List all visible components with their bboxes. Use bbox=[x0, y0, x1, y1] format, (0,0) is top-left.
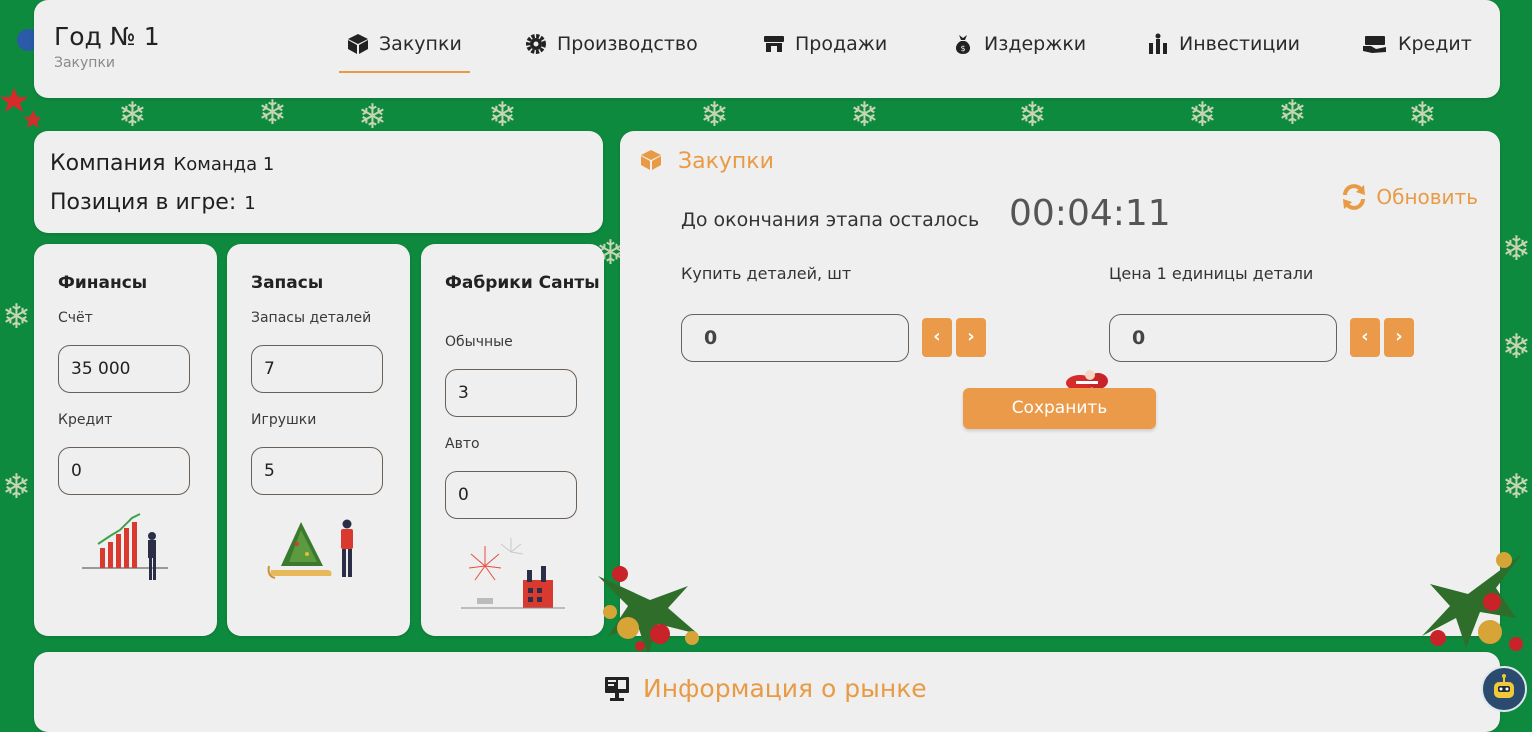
santa-factories-card: Фабрики Санты Обычные 3 Авто 0 bbox=[421, 244, 604, 636]
snowflake-icon: ❄ bbox=[1188, 95, 1217, 135]
refresh-icon bbox=[1343, 184, 1366, 210]
snowflake-icon: ❄ bbox=[258, 93, 287, 133]
snowflake-icon: ❄ bbox=[2, 297, 31, 337]
account-field: 35 000 bbox=[58, 345, 190, 393]
unit-price-decrease-button[interactable]: ‹ bbox=[1350, 318, 1380, 357]
chat-bot-button[interactable] bbox=[1481, 666, 1527, 712]
credit-field: 0 bbox=[58, 447, 190, 495]
chevron-left-icon: ‹ bbox=[933, 326, 941, 347]
account-label: Счёт bbox=[58, 310, 93, 326]
chevron-left-icon: ‹ bbox=[1361, 326, 1369, 347]
parts-stock-label: Запасы деталей bbox=[251, 310, 372, 326]
gear-icon bbox=[526, 34, 546, 54]
snowflake-icon: ❄ bbox=[1502, 229, 1531, 269]
tab-label: Издержки bbox=[984, 33, 1087, 55]
tab-label: Инвестиции bbox=[1179, 33, 1301, 55]
chevron-right-icon: › bbox=[1395, 326, 1403, 347]
position-label: Позиция в игре: bbox=[50, 190, 237, 215]
finances-title: Финансы bbox=[58, 273, 148, 293]
investment-icon bbox=[1149, 33, 1167, 54]
factories-title: Фабрики Санты bbox=[445, 273, 600, 293]
purchases-panel: Закупки Обновить До окончания этапа оста… bbox=[620, 131, 1500, 636]
snowflake-icon: ❄ bbox=[1502, 467, 1531, 507]
factory-fireworks-illustration bbox=[461, 538, 565, 609]
robot-icon bbox=[1494, 674, 1514, 698]
monitor-chart-icon bbox=[605, 677, 629, 701]
credit-label: Кредит bbox=[58, 412, 113, 428]
snowflake-icon: ❄ bbox=[2, 467, 31, 507]
stage-timer: 00:04:11 bbox=[1009, 193, 1171, 234]
tab-investments[interactable]: Инвестиции bbox=[1147, 33, 1300, 73]
snowflake-icon: ❄ bbox=[118, 95, 147, 135]
svg-text:$: $ bbox=[960, 44, 965, 53]
auto-factories-field: 0 bbox=[445, 471, 577, 519]
snowflake-icon: ❄ bbox=[1278, 93, 1307, 133]
snowflake-icon: ❄ bbox=[700, 95, 729, 135]
buy-parts-decrease-button[interactable]: ‹ bbox=[922, 318, 952, 357]
christmas-wreath-icon bbox=[598, 566, 699, 656]
tab-label: Продажи bbox=[795, 33, 888, 55]
purchases-title: Закупки bbox=[678, 149, 774, 174]
toys-field: 5 bbox=[251, 447, 383, 495]
company-value: Команда 1 bbox=[173, 154, 275, 175]
company-info-card: Компания Команда 1 Позиция в игре: 1 bbox=[34, 131, 603, 233]
market-info-title: Информация о рынке bbox=[643, 674, 927, 703]
box-icon bbox=[641, 150, 661, 170]
tab-costs[interactable]: $ Издержки bbox=[952, 33, 1086, 73]
tab-sales[interactable]: Продажи bbox=[763, 33, 887, 73]
christmas-wreath-icon bbox=[1422, 552, 1523, 651]
position-value: 1 bbox=[244, 193, 256, 214]
tab-label: Производство bbox=[557, 33, 698, 55]
company-label: Компания bbox=[50, 151, 166, 176]
unit-price-increase-button[interactable]: › bbox=[1384, 318, 1414, 357]
buy-parts-increase-button[interactable]: › bbox=[956, 318, 986, 357]
refresh-label: Обновить bbox=[1376, 185, 1478, 209]
snowflake-icon: ❄ bbox=[1018, 95, 1047, 135]
snowflake-icon: ❄ bbox=[850, 95, 879, 135]
page-subtitle: Закупки bbox=[54, 55, 116, 71]
box-icon bbox=[348, 34, 368, 54]
refresh-button[interactable]: Обновить bbox=[1340, 183, 1478, 211]
snowflake-icon: ❄ bbox=[1408, 95, 1437, 135]
tab-label: Кредит bbox=[1398, 33, 1472, 55]
store-icon bbox=[764, 36, 784, 52]
position-row: Позиция в игре: 1 bbox=[50, 190, 256, 215]
finances-card: Финансы Счёт 35 000 Кредит 0 bbox=[34, 244, 217, 636]
save-button[interactable]: Сохранить bbox=[963, 388, 1156, 429]
unit-price-label: Цена 1 единицы детали bbox=[1109, 264, 1314, 283]
credit-icon bbox=[1363, 36, 1386, 53]
toys-label: Игрушки bbox=[251, 412, 317, 428]
chevron-right-icon: › bbox=[967, 326, 975, 347]
sleigh-tree-illustration bbox=[267, 519, 353, 579]
regular-factories-field: 3 bbox=[445, 369, 577, 417]
buy-parts-label: Купить деталей, шт bbox=[681, 264, 852, 283]
tab-purchases[interactable]: Закупки bbox=[339, 33, 470, 73]
auto-factories-label: Авто bbox=[445, 436, 480, 452]
stocks-card: Запасы Запасы деталей 7 Игрушки 5 bbox=[227, 244, 410, 636]
money-bag-icon: $ bbox=[955, 35, 971, 54]
top-navigation-bar: Год № 1 Закупки Закупки Производство Про… bbox=[34, 0, 1500, 98]
finance-growth-illustration bbox=[82, 513, 168, 580]
snowflake-icon: ❄ bbox=[358, 97, 387, 137]
unit-price-input[interactable]: 0 bbox=[1109, 314, 1337, 362]
snowflake-icon: ❄ bbox=[488, 95, 517, 135]
tab-label: Закупки bbox=[379, 33, 462, 55]
company-row: Компания Команда 1 bbox=[50, 151, 274, 176]
snowflake-icon: ❄ bbox=[1502, 327, 1531, 367]
tab-production[interactable]: Производство bbox=[525, 33, 698, 73]
buy-parts-input[interactable]: 0 bbox=[681, 314, 909, 362]
regular-factories-label: Обычные bbox=[445, 334, 513, 350]
tab-credit[interactable]: Кредит bbox=[1362, 33, 1472, 73]
parts-stock-field: 7 bbox=[251, 345, 383, 393]
stocks-title: Запасы bbox=[251, 273, 324, 293]
market-info-card: Информация о рынке bbox=[34, 652, 1500, 732]
page-title: Год № 1 bbox=[54, 22, 160, 51]
timer-label: До окончания этапа осталось bbox=[681, 209, 980, 231]
